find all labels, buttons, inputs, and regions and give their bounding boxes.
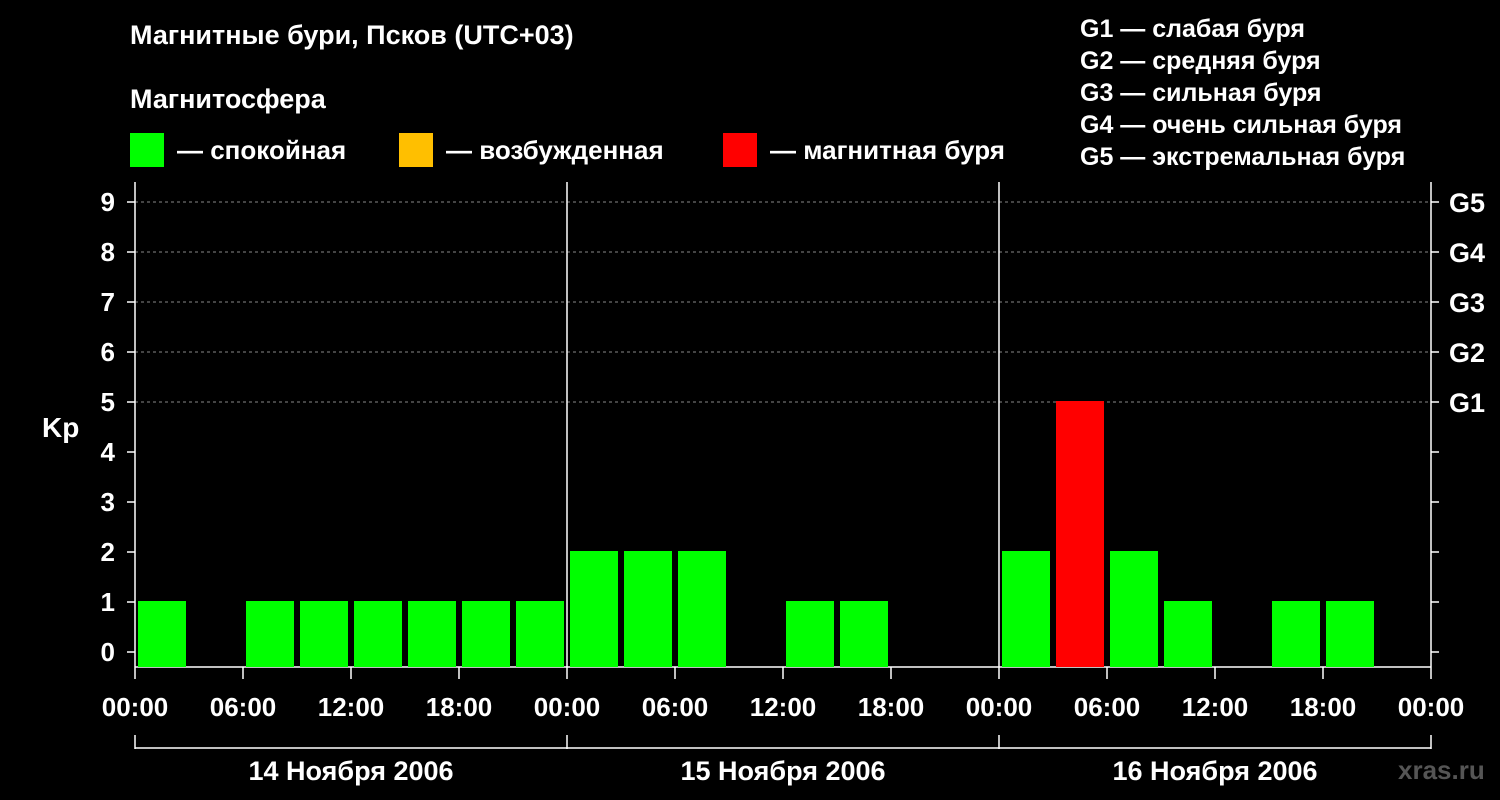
y-tick-label: 9 [101, 187, 115, 217]
y-tick-label: 0 [101, 637, 115, 667]
x-tick-label: 06:00 [1074, 692, 1141, 722]
x-tick-label: 00:00 [102, 692, 169, 722]
x-tick-label: 00:00 [966, 692, 1033, 722]
kp-bar [1056, 401, 1104, 667]
y-tick-label: 4 [101, 437, 116, 467]
kp-bar [678, 551, 726, 667]
y-tick-label: 3 [101, 487, 115, 517]
kp-bar [138, 601, 186, 667]
kp-bar [1164, 601, 1212, 667]
day-label: 16 Ноября 2006 [1112, 756, 1317, 786]
x-tick-label: 06:00 [210, 692, 277, 722]
kp-bar-chart: 0 1 2 3 4 5 6 7 8 9 G1 G2 G3 G4 G5 Kp 00:00 06:00 12:00 18:… [42, 182, 1485, 786]
kp-bar [840, 601, 888, 667]
kp-bar [786, 601, 834, 667]
right-axis-label: G2 [1449, 338, 1485, 368]
kp-bar [624, 551, 672, 667]
kp-bar [516, 601, 564, 667]
y-axis-label: Kp [42, 412, 79, 443]
right-axis-label: G1 [1449, 388, 1485, 418]
day-label: 15 Ноября 2006 [680, 756, 885, 786]
right-axis-label: G5 [1449, 188, 1485, 218]
kp-bar [1002, 551, 1050, 667]
x-tick-label: 12:00 [318, 692, 385, 722]
x-tick-label: 00:00 [534, 692, 601, 722]
x-tick-label: 18:00 [426, 692, 493, 722]
y-tick-label: 2 [101, 537, 115, 567]
kp-bar [354, 601, 402, 667]
kp-bar [1272, 601, 1320, 667]
y-tick-label: 1 [101, 587, 115, 617]
x-tick-label: 12:00 [750, 692, 817, 722]
day-label: 14 Ноября 2006 [248, 756, 453, 786]
kp-bar [300, 601, 348, 667]
kp-bar [1110, 551, 1158, 667]
x-tick-label: 12:00 [1182, 692, 1249, 722]
watermark: xras.ru [1398, 755, 1485, 785]
y-tick-label: 8 [101, 237, 115, 267]
kp-bar [1326, 601, 1374, 667]
y-tick-label: 7 [101, 287, 115, 317]
x-tick-label: 18:00 [858, 692, 925, 722]
x-tick-label: 06:00 [642, 692, 709, 722]
y-tick-label: 6 [101, 337, 115, 367]
kp-bar [462, 601, 510, 667]
x-tick-label: 00:00 [1398, 692, 1465, 722]
kp-bar [246, 601, 294, 667]
y-tick-label: 5 [101, 387, 115, 417]
kp-bar [570, 551, 618, 667]
x-tick-label: 18:00 [1290, 692, 1357, 722]
right-axis-label: G4 [1449, 238, 1485, 268]
right-axis-label: G3 [1449, 288, 1485, 318]
kp-bar [408, 601, 456, 667]
